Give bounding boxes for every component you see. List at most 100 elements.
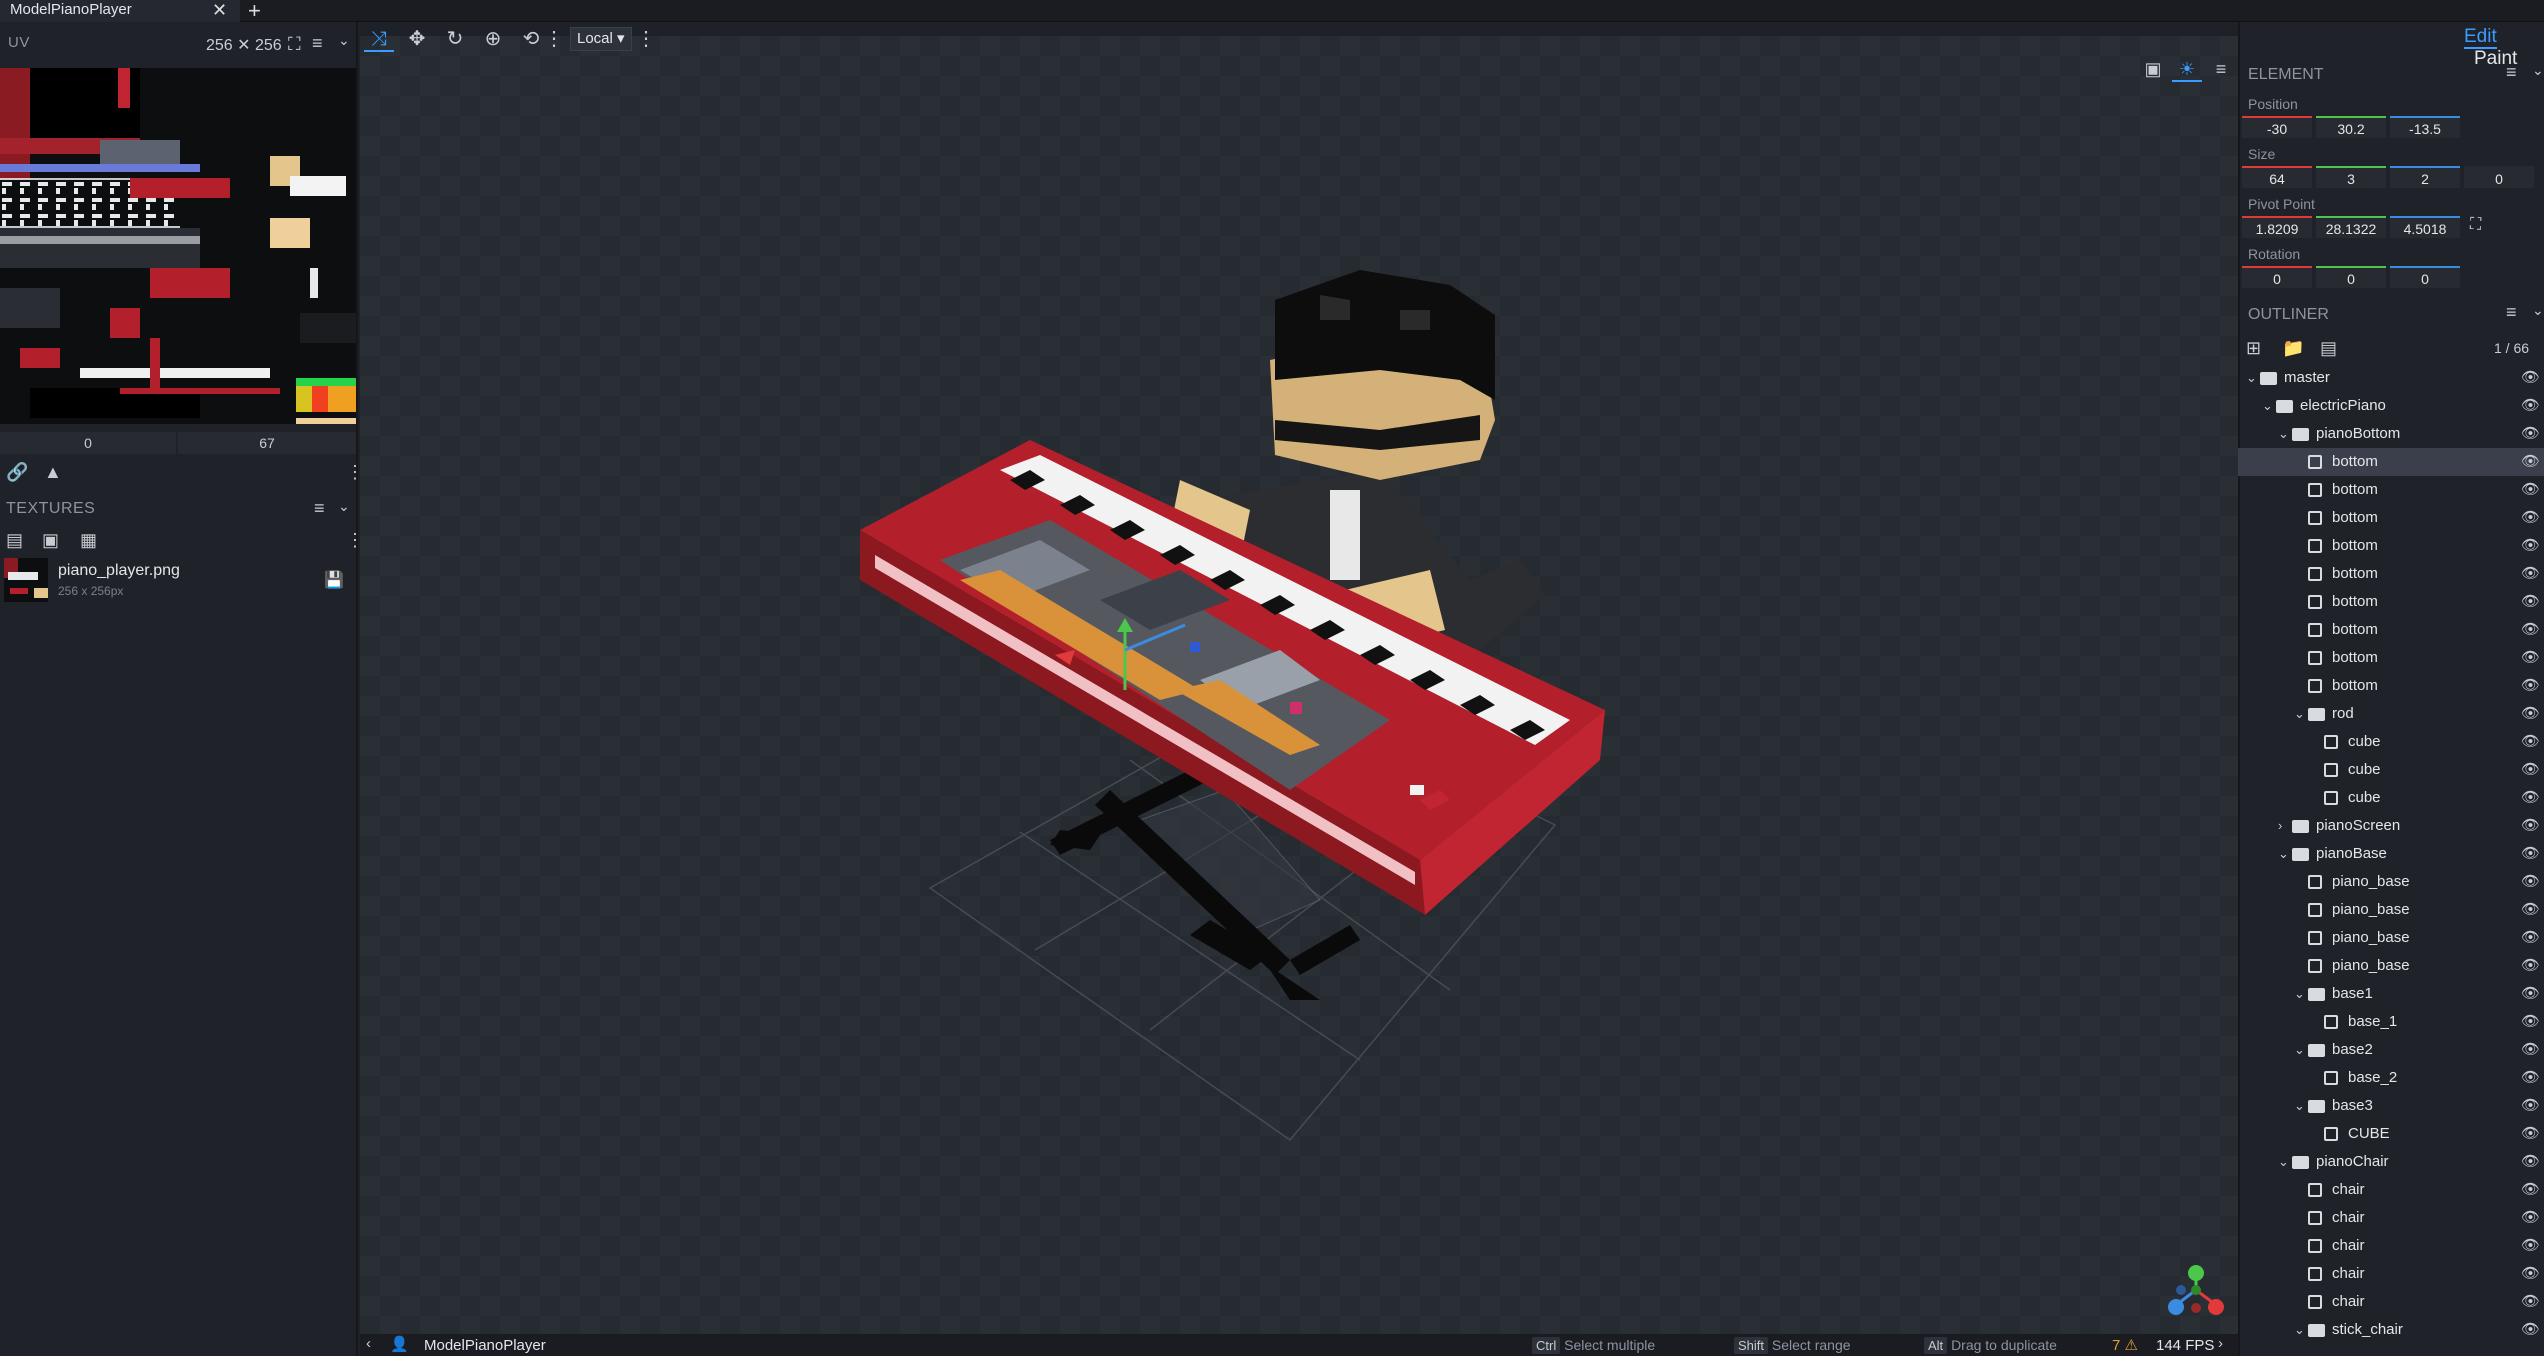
visibility-eye-icon[interactable]: 👁: [2521, 784, 2540, 812]
menu-icon[interactable]: ≡: [312, 33, 323, 54]
chevron-down-icon[interactable]: ⌄: [2278, 1148, 2289, 1176]
outliner-group-row[interactable]: ⌄ master 👁: [2238, 364, 2544, 392]
visibility-eye-icon[interactable]: 👁: [2521, 448, 2540, 476]
pivot-tool-icon[interactable]: ⊕: [478, 26, 508, 52]
vertex-snap-icon[interactable]: ⟲: [516, 26, 546, 52]
outliner-cube-row[interactable]: cube 👁: [2238, 756, 2544, 784]
outliner-group-row[interactable]: ⌄ base3 👁: [2238, 1092, 2544, 1120]
more-icon[interactable]: ⋮: [636, 26, 656, 52]
visibility-eye-icon[interactable]: 👁: [2521, 1288, 2540, 1316]
size-x-input[interactable]: 64: [2242, 166, 2312, 188]
visibility-eye-icon[interactable]: 👁: [2521, 672, 2540, 700]
mode-edit-tab[interactable]: Edit: [2464, 26, 2497, 49]
outliner-cube-row[interactable]: base_1 👁: [2238, 1008, 2544, 1036]
position-x-input[interactable]: -30: [2242, 116, 2312, 138]
visibility-eye-icon[interactable]: 👁: [2521, 1176, 2540, 1204]
visibility-eye-icon[interactable]: 👁: [2521, 1316, 2540, 1344]
lighting-icon[interactable]: ☀: [2172, 56, 2202, 82]
visibility-eye-icon[interactable]: 👁: [2521, 1232, 2540, 1260]
outliner-group-row[interactable]: ⌄ stick_chair 👁: [2238, 1316, 2544, 1344]
pivot-z-input[interactable]: 4.5018: [2390, 216, 2460, 238]
visibility-eye-icon[interactable]: 👁: [2521, 840, 2540, 868]
outliner-cube-row[interactable]: chair 👁: [2238, 1260, 2544, 1288]
outliner-cube-row[interactable]: bottom 👁: [2238, 504, 2544, 532]
outliner-cube-row[interactable]: cube 👁: [2238, 784, 2544, 812]
visibility-eye-icon[interactable]: 👁: [2521, 364, 2540, 392]
add-cube-icon[interactable]: ⊞: [2246, 338, 2261, 359]
3d-viewport[interactable]: [360, 36, 2238, 1334]
outliner-cube-row[interactable]: bottom 👁: [2238, 476, 2544, 504]
visibility-eye-icon[interactable]: 👁: [2521, 560, 2540, 588]
rotation-x-input[interactable]: 0: [2242, 266, 2312, 288]
resize-tool-icon[interactable]: ✥: [402, 26, 432, 52]
outliner-cube-row[interactable]: bottom 👁: [2238, 644, 2544, 672]
outliner-cube-row[interactable]: chair 👁: [2238, 1288, 2544, 1316]
visibility-eye-icon[interactable]: 👁: [2521, 504, 2540, 532]
visibility-eye-icon[interactable]: 👁: [2521, 644, 2540, 672]
outliner-cube-row[interactable]: chair 👁: [2238, 1232, 2544, 1260]
more-icon[interactable]: ⋮: [544, 26, 564, 52]
save-icon[interactable]: 💾: [324, 570, 344, 590]
outliner-cube-row[interactable]: base_2 👁: [2238, 1064, 2544, 1092]
outliner-cube-row[interactable]: bottom 👁: [2238, 588, 2544, 616]
fullscreen-icon[interactable]: ⛶: [288, 34, 301, 55]
outliner-cube-row[interactable]: piano_base 👁: [2238, 896, 2544, 924]
menu-icon[interactable]: ≡: [314, 498, 325, 519]
visibility-eye-icon[interactable]: 👁: [2521, 924, 2540, 952]
chevron-down-icon[interactable]: ⌄: [2294, 1092, 2305, 1120]
outliner-cube-row[interactable]: chair 👁: [2238, 1176, 2544, 1204]
triangle-icon[interactable]: ▲: [44, 462, 62, 483]
create-texture-icon[interactable]: ▣: [42, 530, 59, 551]
move-tool-icon[interactable]: ⤨: [364, 26, 394, 52]
visibility-eye-icon[interactable]: 👁: [2521, 616, 2540, 644]
visibility-eye-icon[interactable]: 👁: [2521, 952, 2540, 980]
chevron-down-icon[interactable]: ⌄: [2532, 62, 2544, 79]
visibility-eye-icon[interactable]: 👁: [2521, 700, 2540, 728]
outliner-group-row[interactable]: ⌄ pianoChair 👁: [2238, 1148, 2544, 1176]
link-icon[interactable]: 🔗: [6, 462, 28, 483]
chevron-down-icon[interactable]: ⌄: [338, 498, 350, 515]
visibility-eye-icon[interactable]: 👁: [2521, 588, 2540, 616]
outliner-group-row[interactable]: ⌄ pianoBottom 👁: [2238, 420, 2544, 448]
outliner-cube-row[interactable]: CUBE 👁: [2238, 1120, 2544, 1148]
outliner-cube-row[interactable]: bottom 👁: [2238, 448, 2544, 476]
visibility-eye-icon[interactable]: 👁: [2521, 392, 2540, 420]
chevron-down-icon[interactable]: ⌄: [2294, 1316, 2305, 1344]
rotate-tool-icon[interactable]: ↻: [440, 26, 470, 52]
size-y-input[interactable]: 3: [2316, 166, 2386, 188]
new-tab-button[interactable]: +: [248, 0, 261, 24]
visibility-eye-icon[interactable]: 👁: [2521, 1148, 2540, 1176]
rotation-z-input[interactable]: 0: [2390, 266, 2460, 288]
pivot-y-input[interactable]: 28.1322: [2316, 216, 2386, 238]
visibility-eye-icon[interactable]: 👁: [2521, 1064, 2540, 1092]
transform-space-select[interactable]: Local ▾: [570, 27, 632, 51]
chevron-down-icon[interactable]: ⌄: [2294, 980, 2305, 1008]
uv-field-left[interactable]: 0: [0, 432, 176, 454]
chevron-right-icon[interactable]: ›: [2218, 1335, 2223, 1352]
menu-icon[interactable]: ≡: [2506, 62, 2517, 83]
visibility-eye-icon[interactable]: 👁: [2521, 532, 2540, 560]
chevron-down-icon[interactable]: ⌄: [2246, 364, 2257, 392]
chevron-down-icon[interactable]: ⌄: [2532, 302, 2544, 319]
atlas-icon[interactable]: ▦: [80, 530, 97, 551]
uv-field-right[interactable]: 67: [178, 432, 356, 454]
chevron-right-icon[interactable]: ›: [2278, 812, 2282, 840]
chevron-down-icon[interactable]: ⌄: [2262, 392, 2273, 420]
outliner-group-row[interactable]: ⌄ rod 👁: [2238, 700, 2544, 728]
chevron-down-icon[interactable]: ⌄: [2294, 1036, 2305, 1064]
visibility-eye-icon[interactable]: 👁: [2521, 1008, 2540, 1036]
visibility-eye-icon[interactable]: 👁: [2521, 756, 2540, 784]
outliner-cube-row[interactable]: chair 👁: [2238, 1204, 2544, 1232]
chevron-down-icon[interactable]: ⌄: [338, 32, 350, 49]
visibility-eye-icon[interactable]: 👁: [2521, 868, 2540, 896]
outliner-group-row[interactable]: ⌄ pianoBase 👁: [2238, 840, 2544, 868]
center-pivot-icon[interactable]: ⛶: [2470, 216, 2481, 234]
tab-model[interactable]: ModelPianoPlayer: [0, 0, 240, 22]
outliner-cube-row[interactable]: piano_base 👁: [2238, 952, 2544, 980]
outliner-group-row[interactable]: › pianoScreen 👁: [2238, 812, 2544, 840]
outliner-group-row[interactable]: ⌄ base2 👁: [2238, 1036, 2544, 1064]
add-group-icon[interactable]: 📁: [2282, 338, 2304, 359]
inflate-input[interactable]: 0: [2464, 166, 2534, 188]
outliner-cube-row[interactable]: bottom 👁: [2238, 616, 2544, 644]
position-y-input[interactable]: 30.2: [2316, 116, 2386, 138]
